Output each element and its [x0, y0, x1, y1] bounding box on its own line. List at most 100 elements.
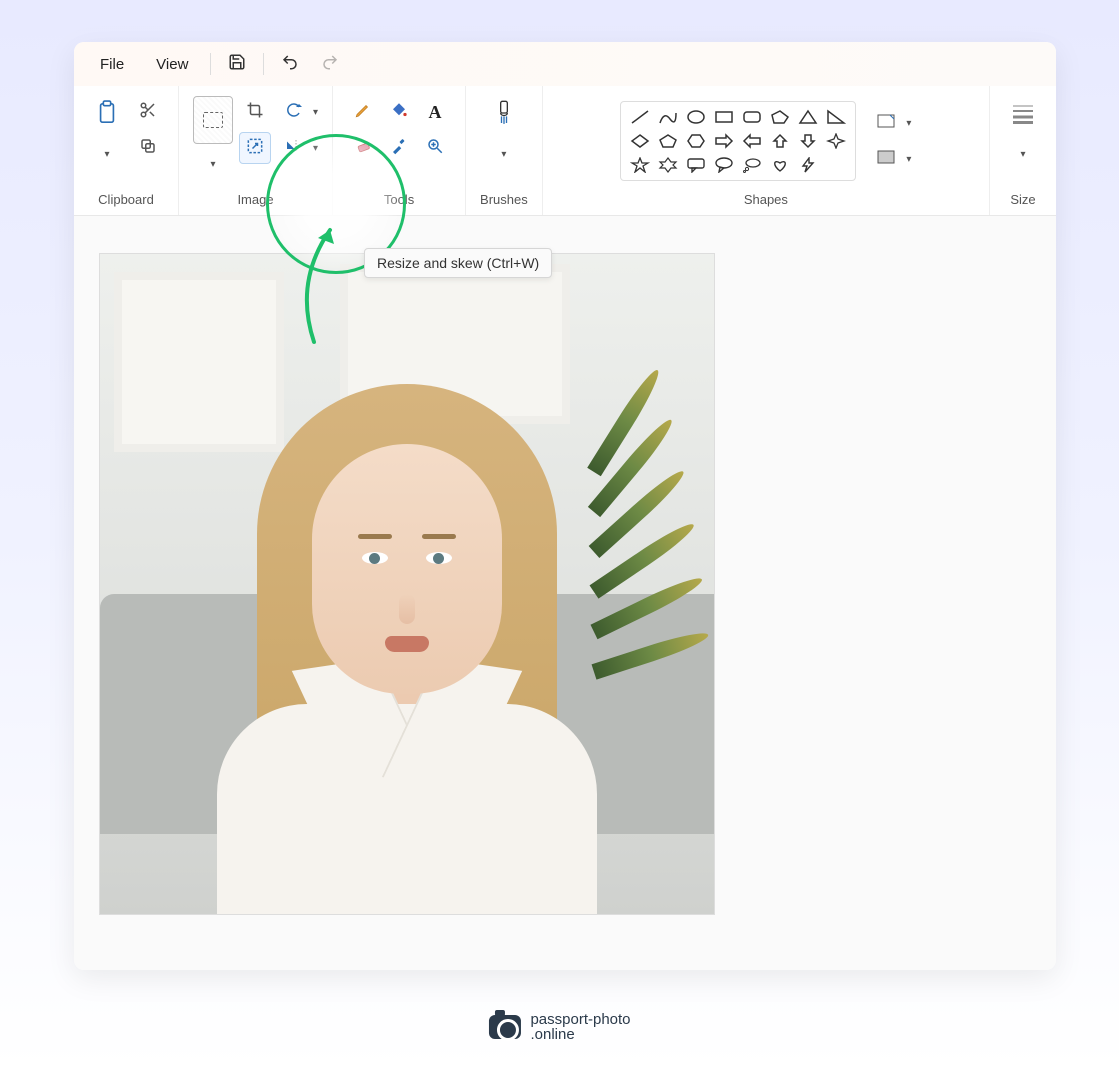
magnifier-icon	[426, 137, 444, 160]
size-dropdown[interactable]: ▾	[1007, 138, 1039, 170]
pencil-tool[interactable]	[347, 96, 379, 128]
shape-arrow-up[interactable]	[769, 132, 791, 150]
shape-five-star[interactable]	[629, 156, 651, 174]
ribbon-group-clipboard: ▾ Clipboard	[74, 86, 179, 215]
ribbon-label-size: Size	[1010, 192, 1035, 207]
copy-button[interactable]	[132, 132, 164, 164]
ribbon-label-tools: Tools	[384, 192, 414, 207]
chevron-down-icon: ▾	[210, 159, 215, 170]
shape-arrow-down[interactable]	[797, 132, 819, 150]
shape-round-rect[interactable]	[741, 108, 763, 126]
shape-polygon[interactable]	[769, 108, 791, 126]
menu-separator	[263, 53, 264, 75]
flip-icon	[284, 137, 302, 160]
shape-pentagon[interactable]	[657, 132, 679, 150]
shape-six-star[interactable]	[657, 156, 679, 174]
watermark: passport-photo .online	[488, 1012, 630, 1044]
ribbon-label-shapes: Shapes	[744, 192, 788, 207]
save-icon	[228, 53, 246, 76]
ribbon-group-image: ▾	[179, 86, 333, 215]
paint-window: File View	[74, 42, 1056, 970]
fill-tool[interactable]	[383, 96, 415, 128]
ribbon-label-clipboard: Clipboard	[98, 192, 154, 207]
menu-file[interactable]: File	[86, 50, 138, 79]
watermark-line1: passport-photo	[530, 1012, 630, 1028]
eraser-tool[interactable]	[347, 132, 379, 164]
picker-tool[interactable]	[383, 132, 415, 164]
fill-icon	[877, 150, 895, 169]
shape-fill-button[interactable]	[870, 143, 902, 175]
chevron-down-icon: ▾	[906, 154, 911, 165]
ribbon-group-size: ▾ Size	[990, 86, 1056, 215]
chevron-down-icon: ▾	[501, 149, 506, 160]
clipboard-icon	[96, 100, 118, 131]
chevron-down-icon: ▾	[906, 118, 911, 129]
menubar: File View	[74, 42, 1056, 86]
chevron-down-icon: ▾	[1020, 149, 1025, 160]
shape-heart[interactable]	[769, 156, 791, 174]
shape-rect[interactable]	[713, 108, 735, 126]
shape-hexagon[interactable]	[685, 132, 707, 150]
pencil-icon	[354, 101, 372, 124]
shape-callout-rect[interactable]	[685, 156, 707, 174]
rotate-button[interactable]	[277, 96, 309, 128]
shape-outline-button[interactable]	[870, 107, 902, 139]
flip-button[interactable]	[277, 132, 309, 164]
redo-icon	[320, 53, 340, 76]
resize-button[interactable]	[239, 132, 271, 164]
menu-separator	[210, 53, 211, 75]
copy-icon	[139, 137, 157, 160]
shape-arrow-left[interactable]	[741, 132, 763, 150]
brush-dropdown[interactable]: ▾	[488, 138, 520, 170]
crop-button[interactable]	[239, 96, 271, 128]
tooltip-resize-skew: Resize and skew (Ctrl+W)	[364, 248, 552, 278]
undo-button[interactable]	[272, 48, 308, 80]
chevron-down-icon: ▾	[313, 107, 318, 118]
crop-icon	[246, 101, 264, 124]
outline-icon	[877, 114, 895, 133]
select-dropdown[interactable]: ▾	[197, 148, 229, 180]
shape-lightning[interactable]	[797, 156, 819, 174]
brush-icon	[494, 99, 514, 132]
ribbon-group-brushes: ▾ Brushes	[466, 86, 543, 215]
menu-view[interactable]: View	[142, 50, 202, 79]
ribbon-label-brushes: Brushes	[480, 192, 528, 207]
size-button[interactable]	[1004, 96, 1042, 134]
cut-button[interactable]	[132, 96, 164, 128]
shape-diamond[interactable]	[629, 132, 651, 150]
ribbon-label-image: Image	[237, 192, 273, 207]
canvas-image[interactable]	[100, 254, 714, 914]
redo-button[interactable]	[312, 48, 348, 80]
undo-icon	[280, 53, 300, 76]
photo-person	[187, 354, 627, 914]
size-lines-icon	[1011, 102, 1035, 129]
select-tool[interactable]	[193, 96, 233, 144]
shape-four-star[interactable]	[825, 132, 847, 150]
ribbon-group-tools: A Tools	[333, 86, 466, 215]
save-button[interactable]	[219, 48, 255, 80]
selection-icon	[203, 112, 223, 128]
brush-tool[interactable]	[485, 96, 523, 134]
shape-triangle[interactable]	[797, 108, 819, 126]
shape-line[interactable]	[629, 108, 651, 126]
paste-button[interactable]	[88, 96, 126, 134]
watermark-line2: .online	[530, 1027, 630, 1043]
shape-thought[interactable]	[741, 156, 763, 174]
text-tool[interactable]: A	[419, 96, 451, 128]
shape-oval[interactable]	[685, 108, 707, 126]
canvas-area[interactable]	[74, 216, 1056, 970]
ribbon-group-shapes: ▾ ▾ Shapes	[543, 86, 990, 215]
shape-callout-oval[interactable]	[713, 156, 735, 174]
shape-arrow-right[interactable]	[713, 132, 735, 150]
shapes-gallery[interactable]	[620, 101, 856, 181]
eyedropper-icon	[390, 137, 408, 160]
zoom-tool[interactable]	[419, 132, 451, 164]
scissors-icon	[139, 101, 157, 124]
paste-dropdown[interactable]: ▾	[91, 138, 123, 170]
chevron-down-icon: ▾	[104, 149, 109, 160]
shape-curve[interactable]	[657, 108, 679, 126]
bucket-icon	[389, 101, 409, 124]
shape-right-triangle[interactable]	[825, 108, 847, 126]
eraser-icon	[354, 137, 372, 160]
camera-icon	[488, 1015, 520, 1039]
